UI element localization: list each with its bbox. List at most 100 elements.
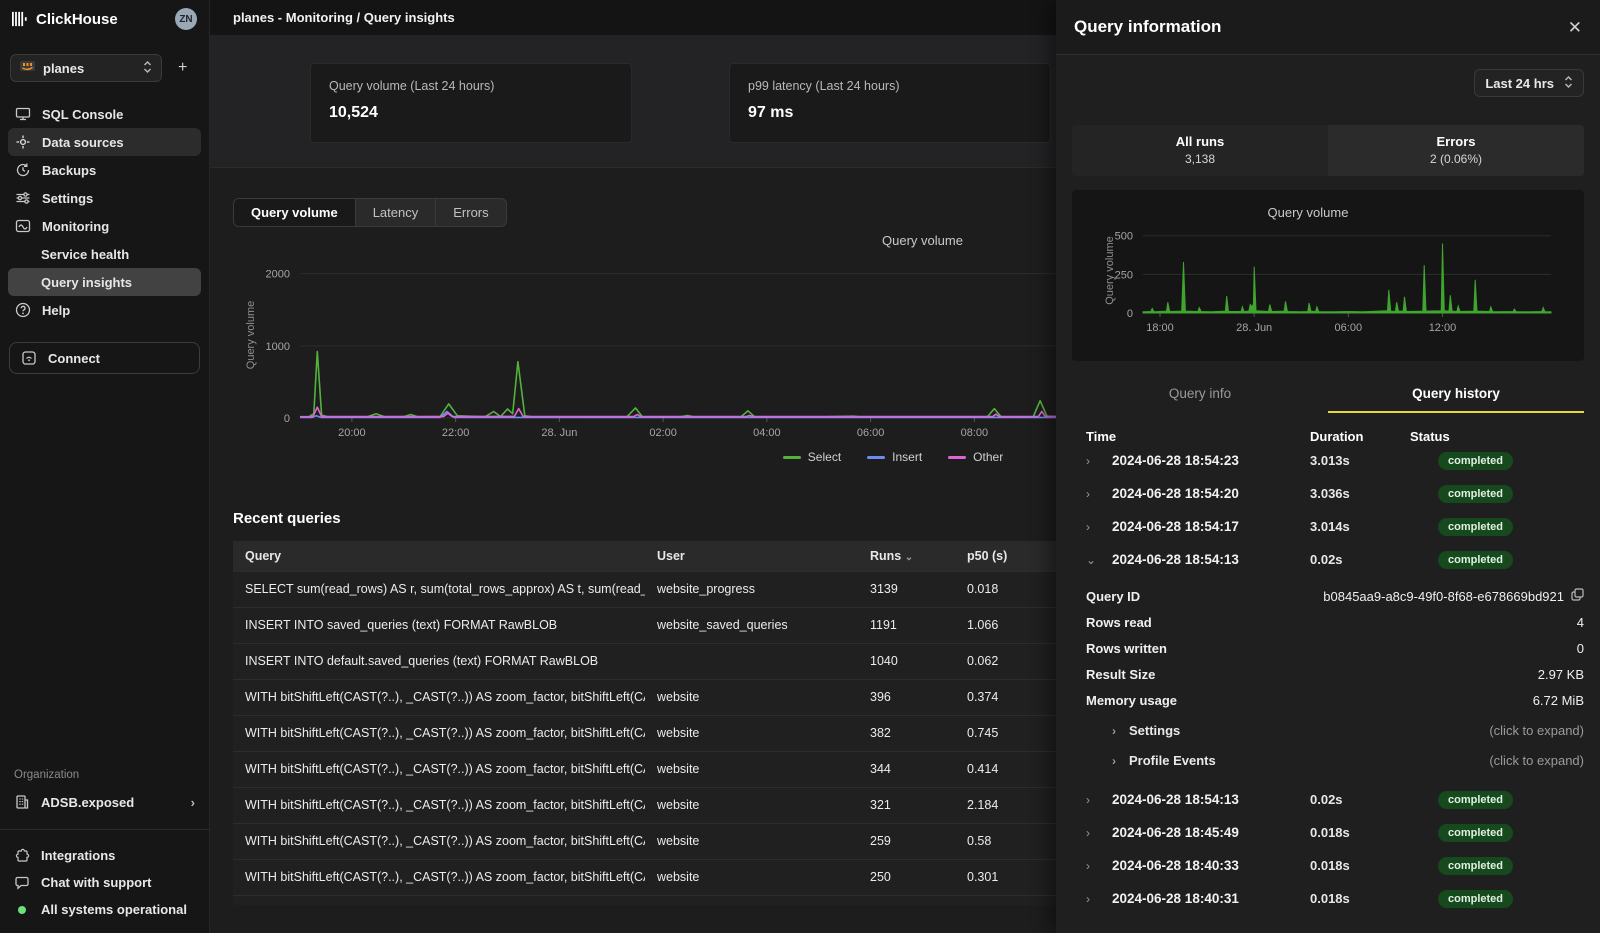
history-row[interactable]: › 2024-06-28 18:40:31 0.018s completed xyxy=(1072,882,1584,915)
svg-text:04:00: 04:00 xyxy=(753,427,781,439)
sidebar-item-integrations[interactable]: Integrations xyxy=(0,842,209,869)
legend-item-other[interactable]: Other xyxy=(948,450,1003,464)
system-status-item[interactable]: All systems operational xyxy=(0,896,209,923)
cell-query: INSERT INTO saved_queries (text) FORMAT … xyxy=(233,607,645,643)
sidebar-item-service-health[interactable]: Service health xyxy=(8,240,201,268)
organization-icon xyxy=(14,794,30,810)
detail-value: 0 xyxy=(1577,641,1584,656)
tab-query-volume[interactable]: Query volume xyxy=(234,199,355,226)
legend-item-select[interactable]: Select xyxy=(783,450,841,464)
cell-query: INSERT INTO default.saved_queries (text)… xyxy=(233,643,645,679)
status-text: All systems operational xyxy=(41,902,187,917)
organization-item[interactable]: ADSB.exposed › xyxy=(0,787,209,817)
brand-name: ClickHouse xyxy=(36,11,118,28)
data-sources-icon xyxy=(15,134,31,150)
toggle-all-runs[interactable]: All runs 3,138 xyxy=(1072,125,1328,176)
cell-runs: 1191 xyxy=(858,607,955,643)
expandable-settings[interactable]: ›Settings (click to expand) xyxy=(1072,723,1584,738)
sidebar-item-monitoring[interactable]: Monitoring xyxy=(8,212,201,240)
svg-text:1000: 1000 xyxy=(266,341,290,353)
svg-text:28. Jun: 28. Jun xyxy=(1236,322,1272,334)
chevron-right-icon: › xyxy=(1112,724,1116,738)
stat-label: p99 latency (Last 24 hours) xyxy=(748,79,1032,93)
column-header-runs[interactable]: Runs ⌄ xyxy=(858,541,955,571)
expandable-profile-events[interactable]: ›Profile Events (click to expand) xyxy=(1072,753,1584,768)
svg-text:06:00: 06:00 xyxy=(1335,322,1363,334)
connect-button[interactable]: Connect xyxy=(9,342,200,374)
sidebar-item-backups[interactable]: Backups xyxy=(8,156,201,184)
sidebar: ClickHouse ZN planes + SQL Console Data … xyxy=(0,0,210,933)
chevron-icon[interactable]: › xyxy=(1086,892,1100,906)
history-row[interactable]: ⌄ 2024-06-28 18:54:13 0.02s completed xyxy=(1072,543,1584,576)
history-row[interactable]: › 2024-06-28 18:54:17 3.014s completed xyxy=(1072,510,1584,543)
cell-user: website xyxy=(645,679,858,715)
sidebar-item-sql-console[interactable]: SQL Console xyxy=(8,100,201,128)
mini-query-volume-chart[interactable]: 025050018:0028. Jun06:0012:00Query volum… xyxy=(1072,190,1584,361)
cell-user: website xyxy=(645,823,858,859)
legend-swatch-select xyxy=(783,456,801,459)
status-badge: completed xyxy=(1438,518,1513,536)
sidebar-item-settings[interactable]: Settings xyxy=(8,184,201,212)
chevron-updown-icon xyxy=(1564,75,1573,92)
add-service-button[interactable]: + xyxy=(172,59,193,77)
tab-errors[interactable]: Errors xyxy=(435,199,505,226)
cell-runs: 3139 xyxy=(858,571,955,607)
column-header-query[interactable]: Query xyxy=(233,541,645,571)
service-selector-value: planes xyxy=(43,61,84,76)
service-selector[interactable]: planes xyxy=(10,54,162,82)
avatar[interactable]: ZN xyxy=(175,8,197,30)
chevron-icon[interactable]: › xyxy=(1086,793,1100,807)
svg-text:28. Jun: 28. Jun xyxy=(541,427,577,439)
history-header: Time Duration Status xyxy=(1072,429,1584,444)
chevron-icon[interactable]: › xyxy=(1086,859,1100,873)
organization-section-label: Organization xyxy=(0,769,209,781)
detail-value: 4 xyxy=(1577,615,1584,630)
sidebar-item-chat-support[interactable]: Chat with support xyxy=(0,869,209,896)
query-information-panel: Query information ✕ Last 24 hrs All runs… xyxy=(1056,0,1600,933)
chevron-icon[interactable]: › xyxy=(1086,487,1100,501)
runs-errors-toggle: All runs 3,138 Errors 2 (0.06%) xyxy=(1072,125,1584,176)
svg-text:2000: 2000 xyxy=(266,269,290,281)
tab-query-info[interactable]: Query info xyxy=(1072,377,1328,413)
history-row[interactable]: › 2024-06-28 18:54:23 3.013s completed xyxy=(1072,444,1584,477)
cell-query: SELECT sum(read_rows) AS r, sum(total_ro… xyxy=(233,571,645,607)
close-icon[interactable]: ✕ xyxy=(1568,19,1582,36)
svg-text:500: 500 xyxy=(1115,231,1133,243)
legend-item-insert[interactable]: Insert xyxy=(867,450,922,464)
sidebar-item-help[interactable]: Help xyxy=(8,296,201,324)
toggle-errors[interactable]: Errors 2 (0.06%) xyxy=(1328,125,1584,176)
sidebar-item-query-insights[interactable]: Query insights xyxy=(8,268,201,296)
history-duration: 3.014s xyxy=(1310,519,1410,534)
chevron-icon[interactable]: › xyxy=(1086,520,1100,534)
column-header-user[interactable]: User xyxy=(645,541,858,571)
cell-runs: 382 xyxy=(858,715,955,751)
tab-query-history[interactable]: Query history xyxy=(1328,377,1584,413)
history-time: 2024-06-28 18:54:23 xyxy=(1100,453,1310,468)
integrations-icon xyxy=(14,848,30,864)
history-row[interactable]: › 2024-06-28 18:54:20 3.036s completed xyxy=(1072,477,1584,510)
chevron-icon[interactable]: ⌄ xyxy=(1086,553,1100,567)
history-row[interactable]: › 2024-06-28 18:45:49 0.018s completed xyxy=(1072,816,1584,849)
query-details: Query ID b0845aa9-a8c9-49f0-8f68-e678669… xyxy=(1072,588,1584,768)
tab-latency[interactable]: Latency xyxy=(355,199,436,226)
column-header-status: Status xyxy=(1410,429,1584,444)
cell-user: website xyxy=(645,859,858,895)
cell-query: WITH bitShiftLeft(CAST(?..), _CAST(?..))… xyxy=(233,715,645,751)
status-badge: completed xyxy=(1438,551,1513,569)
svg-text:18:00: 18:00 xyxy=(1146,322,1174,334)
history-time: 2024-06-28 18:40:33 xyxy=(1100,858,1310,873)
detail-value: 6.72 MiB xyxy=(1533,693,1584,708)
chat-icon xyxy=(14,875,30,891)
column-header-duration: Duration xyxy=(1310,429,1410,444)
chevron-icon[interactable]: › xyxy=(1086,454,1100,468)
chevron-icon[interactable]: › xyxy=(1086,826,1100,840)
sidebar-item-data-sources[interactable]: Data sources xyxy=(8,128,201,156)
panel-tabs: Query info Query history xyxy=(1072,377,1584,413)
svg-text:12:00: 12:00 xyxy=(1429,322,1457,334)
history-row[interactable]: › 2024-06-28 18:54:13 0.02s completed xyxy=(1072,783,1584,816)
legend-swatch-other xyxy=(948,456,966,459)
copy-icon[interactable] xyxy=(1571,588,1584,604)
time-range-select[interactable]: Last 24 hrs xyxy=(1474,69,1584,97)
history-row[interactable]: › 2024-06-28 18:40:33 0.018s completed xyxy=(1072,849,1584,882)
cell-user: website xyxy=(645,787,858,823)
